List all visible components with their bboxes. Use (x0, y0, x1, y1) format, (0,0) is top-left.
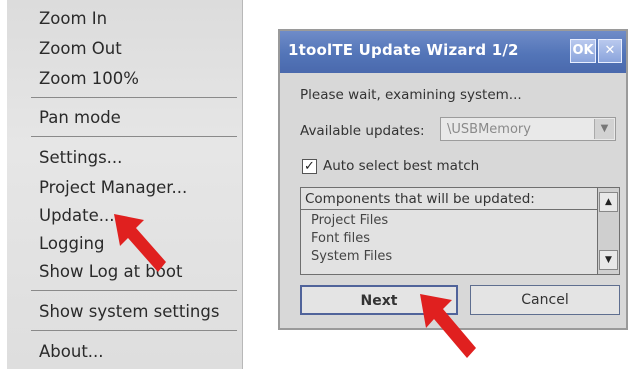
menu-item-logging[interactable]: Logging (39, 234, 104, 253)
menu-item-settings[interactable]: Settings... (39, 148, 122, 167)
list-item[interactable]: System Files (311, 249, 392, 264)
cancel-button[interactable]: Cancel (470, 285, 620, 315)
available-updates-value: \USBMemory (447, 122, 531, 137)
menu-item-zoom-out[interactable]: Zoom Out (39, 39, 122, 58)
red-arrow-icon (114, 214, 166, 272)
available-updates-select[interactable]: \USBMemory ▼ (440, 117, 616, 141)
title-bar: 1toolTE Update Wizard 1/2 OK ✕ (280, 31, 626, 73)
ok-button[interactable]: OK (570, 39, 596, 63)
context-menu: Zoom In Zoom Out Zoom 100% Pan mode Sett… (7, 0, 243, 369)
dialog-title: 1toolTE Update Wizard 1/2 (288, 41, 519, 59)
menu-separator (31, 97, 237, 98)
menu-separator (31, 136, 237, 137)
menu-item-zoom-in[interactable]: Zoom In (39, 9, 107, 28)
list-item[interactable]: Project Files (311, 213, 388, 228)
triangle-up-icon[interactable]: ▲ (599, 192, 618, 212)
update-wizard-dialog: 1toolTE Update Wizard 1/2 OK ✕ Please wa… (278, 29, 628, 330)
chevron-down-icon[interactable]: ▼ (594, 119, 614, 139)
components-scrollbar[interactable]: ▲ ▼ (597, 188, 619, 274)
menu-separator (31, 330, 237, 331)
status-text: Please wait, examining system... (300, 87, 522, 103)
components-header: Components that will be updated: (301, 188, 597, 210)
close-icon[interactable]: ✕ (598, 39, 622, 63)
menu-item-show-system-settings[interactable]: Show system settings (39, 302, 219, 321)
auto-select-label[interactable]: Auto select best match (323, 158, 479, 174)
auto-select-checkbox[interactable]: ✓ (302, 159, 317, 174)
menu-separator (31, 290, 237, 291)
red-arrow-icon (420, 294, 476, 358)
menu-item-update[interactable]: Update... (39, 206, 115, 225)
menu-item-pan-mode[interactable]: Pan mode (39, 108, 121, 127)
menu-item-about[interactable]: About... (39, 342, 104, 361)
menu-item-zoom-100[interactable]: Zoom 100% (39, 69, 139, 88)
list-item[interactable]: Font files (311, 231, 370, 246)
components-list[interactable]: Components that will be updated: Project… (300, 187, 620, 275)
available-updates-label: Available updates: (300, 123, 425, 139)
triangle-down-icon[interactable]: ▼ (599, 250, 618, 270)
menu-item-project-manager[interactable]: Project Manager... (39, 178, 187, 197)
